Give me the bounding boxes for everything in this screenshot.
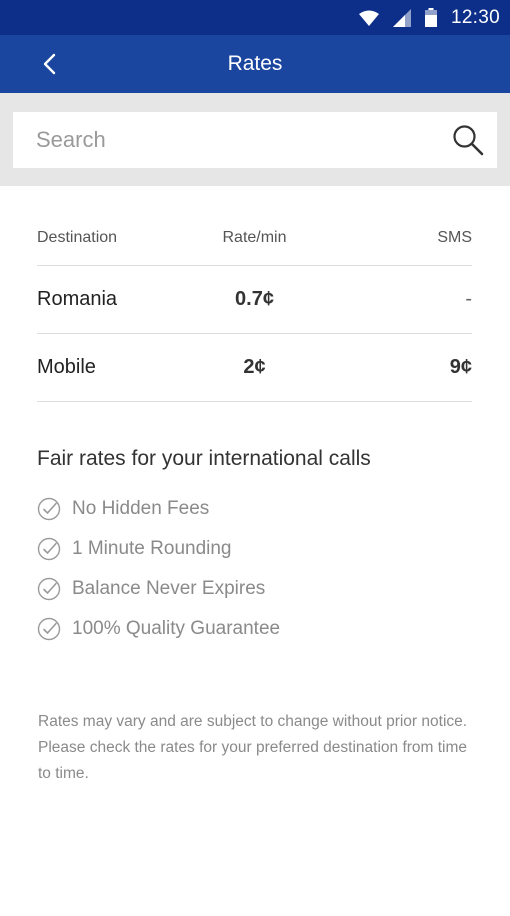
back-button[interactable] <box>34 49 64 79</box>
feature-label: Balance Never Expires <box>72 578 266 599</box>
header-rate: Rate/min <box>222 228 287 246</box>
check-circle-icon <box>37 497 61 521</box>
feature-label: 100% Quality Guarantee <box>72 618 281 639</box>
search-button[interactable] <box>451 123 485 157</box>
header-destination: Destination <box>37 228 118 246</box>
table-row: Mobile 2¢ 9¢ <box>37 334 472 402</box>
row-rate: 0.7¢ <box>235 288 274 310</box>
feature-label: 1 Minute Rounding <box>72 538 232 559</box>
page-title: Rates <box>227 52 283 75</box>
status-bar: 12:30 <box>0 0 510 35</box>
check-circle-icon <box>37 537 61 561</box>
search-icon <box>453 125 484 156</box>
row-destination: Mobile <box>37 356 96 378</box>
search-area <box>0 93 510 186</box>
rates-table: Destination Rate/min SMS Romania 0.7¢ - … <box>37 220 472 402</box>
status-time: 12:30 <box>450 6 500 28</box>
wifi-icon <box>358 10 379 26</box>
row-destination: Romania <box>37 288 118 310</box>
list-item: 100% Quality Guarantee <box>37 609 510 649</box>
check-circle-icon <box>37 577 61 601</box>
features-list: No Hidden Fees 1 Minute Rounding Balance… <box>37 489 510 649</box>
list-item: 1 Minute Rounding <box>37 529 510 569</box>
feature-label: No Hidden Fees <box>72 498 210 519</box>
list-item: No Hidden Fees <box>37 489 510 529</box>
row-rate: 2¢ <box>243 356 266 378</box>
app-bar: Rates <box>0 35 510 93</box>
search-box <box>13 112 497 168</box>
header-sms: SMS <box>437 228 472 246</box>
signal-icon <box>392 8 411 27</box>
table-row: Romania 0.7¢ - <box>37 266 472 334</box>
search-input[interactable] <box>34 126 451 154</box>
list-item: Balance Never Expires <box>37 569 510 609</box>
row-sms: 9¢ <box>449 356 472 378</box>
check-circle-icon <box>37 617 61 641</box>
battery-icon <box>424 8 437 27</box>
rates-table-header: Destination Rate/min SMS <box>37 220 472 266</box>
chevron-left-icon <box>43 53 56 75</box>
row-sms: - <box>465 288 472 310</box>
disclaimer-text: Rates may vary and are subject to change… <box>38 713 468 782</box>
fair-rates-title: Fair rates for your international calls <box>37 447 371 470</box>
